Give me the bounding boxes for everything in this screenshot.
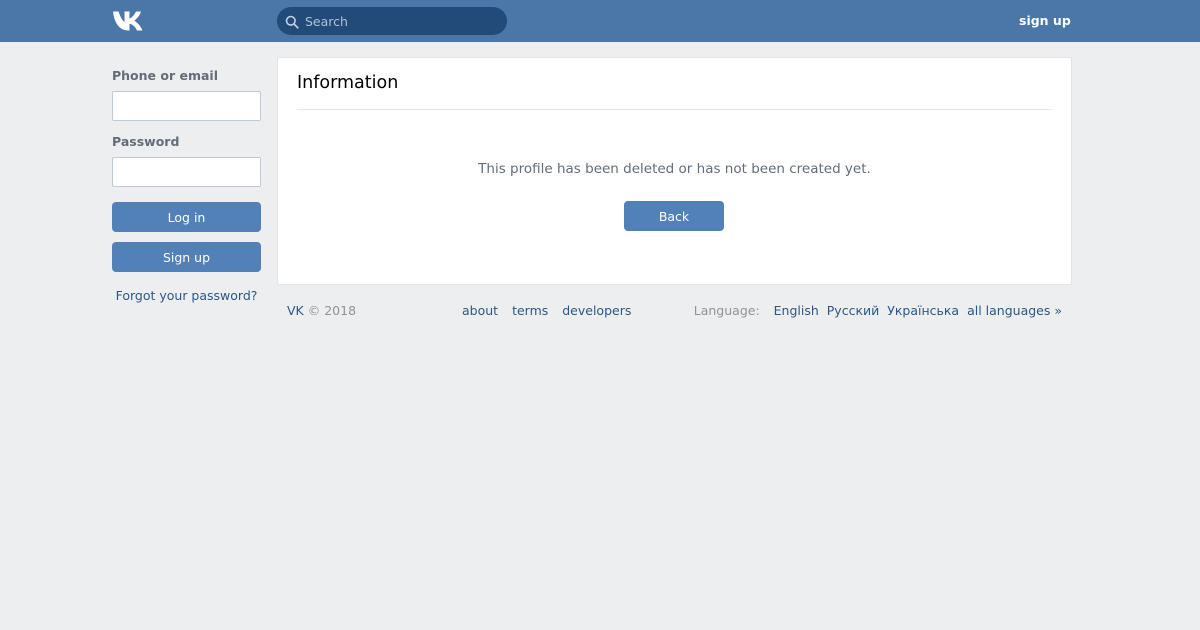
vk-logo-icon[interactable] [112,10,146,32]
footer: VK © 2018 about terms developers Languag… [277,300,1072,324]
phone-email-label: Phone or email [112,68,218,83]
header-signup-link[interactable]: sign up [1019,13,1071,28]
search-icon [285,14,299,29]
back-button[interactable]: Back [624,201,724,231]
information-panel: Information This profile has been delete… [277,57,1072,285]
footer-link-about[interactable]: about [462,303,498,318]
language-selector: Language: English Русский Українська all… [694,303,1062,318]
footer-link-terms[interactable]: terms [512,303,548,318]
page-title: Information [297,73,399,93]
profile-message: This profile has been deleted or has not… [478,161,871,177]
top-bar: sign up [0,0,1200,42]
phone-email-field[interactable] [112,91,261,121]
language-english[interactable]: English [774,303,819,318]
password-label: Password [112,134,180,149]
forgot-password-link[interactable]: Forgot your password? [112,288,261,303]
search-input[interactable] [303,7,501,35]
copyright: VK © 2018 [287,303,356,318]
language-all[interactable]: all languages » [967,303,1062,318]
language-russian[interactable]: Русский [827,303,879,318]
footer-link-developers[interactable]: developers [562,303,631,318]
language-ukrainian[interactable]: Українська [887,303,959,318]
copyright-text: © 2018 [307,303,357,318]
login-button[interactable]: Log in [112,202,261,232]
search-box[interactable] [277,7,507,35]
language-label: Language: [693,303,760,318]
password-field[interactable] [112,157,261,187]
signup-button[interactable]: Sign up [112,242,261,272]
panel-divider [297,109,1052,110]
vk-brand-link[interactable]: VK [287,303,304,318]
footer-links: about terms developers [462,303,641,318]
